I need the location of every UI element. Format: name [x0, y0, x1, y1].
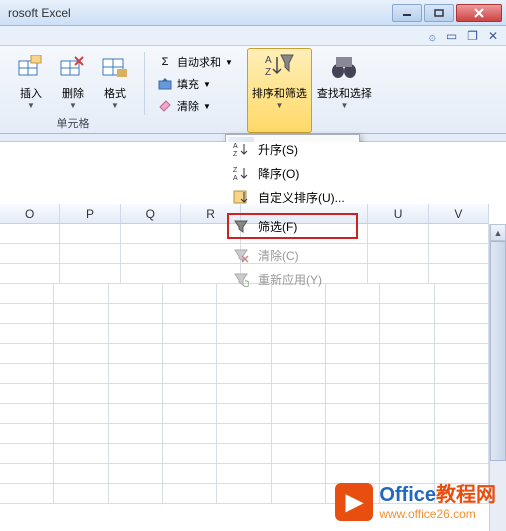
reapply-icon: [232, 270, 250, 288]
clear-button[interactable]: 清除 ▼: [153, 96, 237, 116]
eraser-icon: [157, 98, 173, 114]
dropdown-arrow-icon: ▼: [69, 101, 77, 110]
sort-filter-button[interactable]: AZ 排序和筛选 ▼: [247, 48, 312, 133]
cells-group: 插入 ▼ 删除 ▼ 格式 ▼ 单元格: [4, 48, 142, 133]
minimize-button[interactable]: [392, 4, 422, 22]
menu-custom-sort[interactable]: 自定义排序(U)...: [228, 185, 357, 209]
window-close-icon[interactable]: ✕: [488, 29, 498, 43]
sort-filter-icon: AZ: [263, 51, 295, 83]
svg-text:Z: Z: [233, 167, 238, 174]
svg-text:A: A: [233, 143, 238, 150]
delete-cells-icon: [57, 51, 89, 83]
ribbon-minimize-icon[interactable]: ▭: [446, 29, 457, 43]
clear-filter-icon: [232, 246, 250, 264]
watermark: ▶ Office教程网 www.office26.com: [335, 483, 496, 521]
window-title: rosoft Excel: [4, 6, 390, 20]
svg-text:Z: Z: [265, 67, 271, 78]
scroll-up-button[interactable]: ▲: [490, 224, 506, 241]
custom-sort-icon: [232, 188, 250, 206]
filter-icon: [232, 217, 250, 235]
scroll-thumb[interactable]: [490, 241, 506, 461]
autosum-button[interactable]: Σ 自动求和 ▼: [153, 52, 237, 72]
sort-desc-icon: ZA: [232, 164, 250, 182]
column-header[interactable]: Q: [121, 204, 181, 223]
find-select-button[interactable]: 查找和选择 ▼: [312, 48, 377, 133]
sort-filter-dropdown: AZ 升序(S) ZA 降序(O) 自定义排序(U)... 筛选(F) 清除(C…: [225, 134, 360, 294]
menu-filter[interactable]: 筛选(F): [228, 214, 357, 238]
sort-asc-icon: AZ: [232, 140, 250, 158]
column-header[interactable]: O: [0, 204, 60, 223]
svg-text:A: A: [265, 55, 272, 66]
group-separator: [144, 52, 145, 115]
dropdown-arrow-icon: ▼: [340, 101, 348, 110]
fill-button[interactable]: 填充 ▼: [153, 74, 237, 94]
group-label-cells: 单元格: [10, 113, 136, 133]
delete-button[interactable]: 删除 ▼: [52, 48, 94, 113]
format-button[interactable]: 格式 ▼: [94, 48, 136, 113]
menu-clear-filter: 清除(C): [228, 243, 357, 267]
help-icon[interactable]: ۞: [429, 29, 436, 43]
column-header[interactable]: U: [368, 204, 428, 223]
svg-text:A: A: [233, 175, 238, 181]
window-restore-icon[interactable]: ❐: [467, 29, 478, 43]
format-cells-icon: [99, 51, 131, 83]
close-button[interactable]: [456, 4, 502, 22]
window-titlebar: rosoft Excel: [0, 0, 506, 26]
watermark-logo-icon: ▶: [335, 483, 373, 521]
menu-reapply: 重新应用(Y): [228, 267, 357, 291]
insert-button[interactable]: 插入 ▼: [10, 48, 52, 113]
fill-icon: [157, 76, 173, 92]
watermark-url: www.office26.com: [379, 507, 496, 521]
dropdown-arrow-icon: ▼: [27, 101, 35, 110]
ribbon: 插入 ▼ 删除 ▼ 格式 ▼ 单元格 Σ 自动求和 ▼: [0, 46, 506, 134]
sigma-icon: Σ: [157, 54, 173, 70]
watermark-brand: Office教程网: [379, 483, 496, 507]
editing-group: Σ 自动求和 ▼ 填充 ▼ 清除 ▼: [147, 48, 243, 133]
dropdown-arrow-icon: ▼: [111, 101, 119, 110]
column-header[interactable]: P: [60, 204, 120, 223]
maximize-button[interactable]: [424, 4, 454, 22]
column-header[interactable]: V: [429, 204, 489, 223]
binoculars-icon: [328, 51, 360, 83]
insert-cells-icon: [15, 51, 47, 83]
dropdown-arrow-icon: ▼: [275, 101, 283, 110]
menu-sort-ascending[interactable]: AZ 升序(S): [228, 137, 357, 161]
help-row: ۞ ▭ ❐ ✕: [0, 26, 506, 46]
svg-text:Z: Z: [233, 151, 238, 157]
menu-sort-descending[interactable]: ZA 降序(O): [228, 161, 357, 185]
